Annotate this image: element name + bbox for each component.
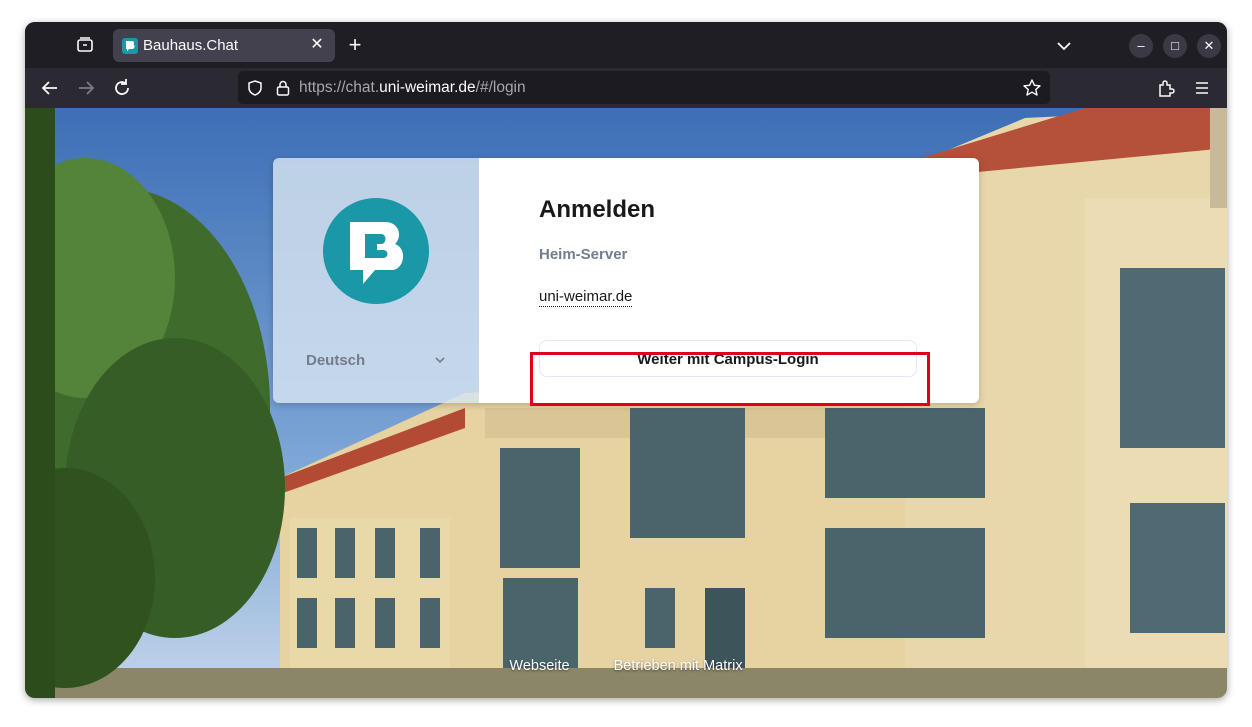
footer-link-webseite[interactable]: Webseite xyxy=(509,658,569,674)
footer-link-matrix[interactable]: Betrieben mit Matrix xyxy=(614,658,743,674)
new-tab-button[interactable]: + xyxy=(343,34,367,58)
tab-list-icon[interactable] xyxy=(73,33,97,57)
url-prefix: https://chat. xyxy=(299,79,380,96)
url-bar[interactable]: https://chat.uni-weimar.de/#/login xyxy=(238,71,1050,104)
bookmark-star-icon[interactable] xyxy=(1022,78,1042,98)
minimize-button[interactable]: – xyxy=(1129,34,1153,58)
bauhaus-chat-logo-icon xyxy=(323,198,429,304)
close-window-button[interactable]: ✕ xyxy=(1197,34,1221,58)
maximize-button[interactable]: □ xyxy=(1163,34,1187,58)
language-selector[interactable]: Deutsch xyxy=(306,352,365,369)
forward-arrow-icon[interactable] xyxy=(75,77,97,99)
tab-title: Bauhaus.Chat xyxy=(143,37,239,54)
extensions-icon[interactable] xyxy=(1155,77,1177,99)
homeserver-value[interactable]: uni-weimar.de xyxy=(539,288,633,307)
chevron-down-icon[interactable] xyxy=(433,353,447,367)
tab-bauhaus-chat[interactable]: Bauhaus.Chat ✕ xyxy=(113,29,335,62)
url-host: uni-weimar.de xyxy=(379,79,476,96)
url-text[interactable]: https://chat.uni-weimar.de/#/login xyxy=(299,79,526,97)
shield-icon[interactable] xyxy=(246,79,264,97)
navigation-bar: https://chat.uni-weimar.de/#/login xyxy=(25,68,1227,108)
tab-bar: Bauhaus.Chat ✕ + – □ ✕ xyxy=(25,22,1227,68)
chevron-down-icon[interactable] xyxy=(1053,35,1075,57)
page-title: Anmelden xyxy=(539,196,656,223)
back-arrow-icon[interactable] xyxy=(39,77,61,99)
lock-icon[interactable] xyxy=(275,79,291,97)
footer: Webseite Betrieben mit Matrix xyxy=(25,658,1227,674)
card-sidebar: Deutsch xyxy=(273,158,479,403)
url-path: /#/login xyxy=(475,79,526,96)
page-content: Deutsch Anmelden Heim-Server uni-weimar.… xyxy=(25,108,1227,698)
menu-icon[interactable] xyxy=(1191,77,1213,99)
reload-icon[interactable] xyxy=(111,77,133,99)
tab-close-icon[interactable]: ✕ xyxy=(307,35,327,55)
homeserver-label: Heim-Server xyxy=(539,246,628,263)
browser-window: Bauhaus.Chat ✕ + – □ ✕ https://chat.uni-… xyxy=(25,22,1227,698)
highlight-box xyxy=(530,352,930,406)
bauhaus-favicon-icon xyxy=(122,38,138,54)
